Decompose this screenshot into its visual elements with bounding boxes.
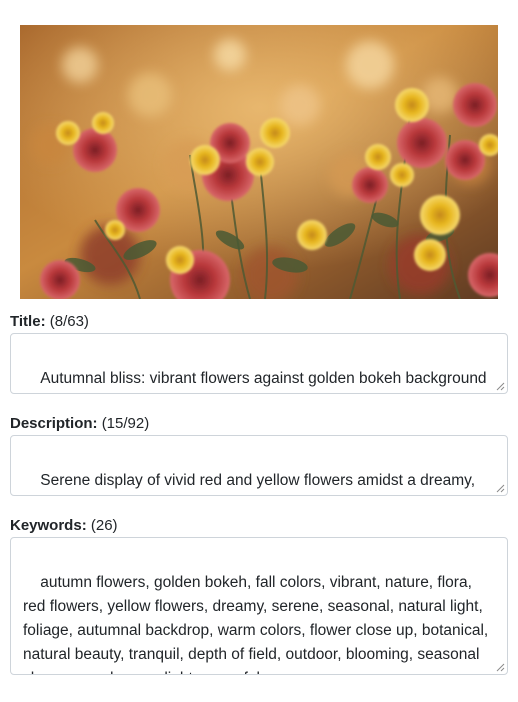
title-textarea[interactable]: Autumnal bliss: vibrant flowers against … bbox=[10, 333, 508, 394]
resize-grip-icon[interactable] bbox=[496, 484, 505, 493]
flowers-bokeh-image bbox=[20, 25, 498, 299]
keywords-count: (26) bbox=[90, 517, 118, 534]
description-label: Description: (15/92) bbox=[10, 415, 149, 433]
keywords-textarea-value: autumn flowers, golden bokeh, fall color… bbox=[23, 574, 489, 674]
metadata-editor: Title: (8/63) Autumnal bliss: vibrant fl… bbox=[0, 0, 518, 702]
title-char-count: (8/63) bbox=[49, 313, 89, 330]
keywords-textarea[interactable]: autumn flowers, golden bokeh, fall color… bbox=[10, 537, 508, 675]
resize-grip-icon[interactable] bbox=[496, 382, 505, 391]
title-textarea-value: Autumnal bliss: vibrant flowers against … bbox=[40, 370, 487, 387]
keywords-label: Keywords: (26) bbox=[10, 517, 118, 535]
description-label-text: Description: bbox=[10, 415, 98, 432]
title-label: Title: (8/63) bbox=[10, 313, 89, 331]
keywords-label-text: Keywords: bbox=[10, 517, 87, 534]
description-textarea[interactable]: Serene display of vivid red and yellow f… bbox=[10, 435, 508, 496]
description-char-count: (15/92) bbox=[101, 415, 150, 432]
stock-photo-preview bbox=[20, 25, 498, 299]
resize-grip-icon[interactable] bbox=[496, 663, 505, 672]
title-label-text: Title: bbox=[10, 313, 46, 330]
description-textarea-value: Serene display of vivid red and yellow f… bbox=[40, 472, 476, 489]
